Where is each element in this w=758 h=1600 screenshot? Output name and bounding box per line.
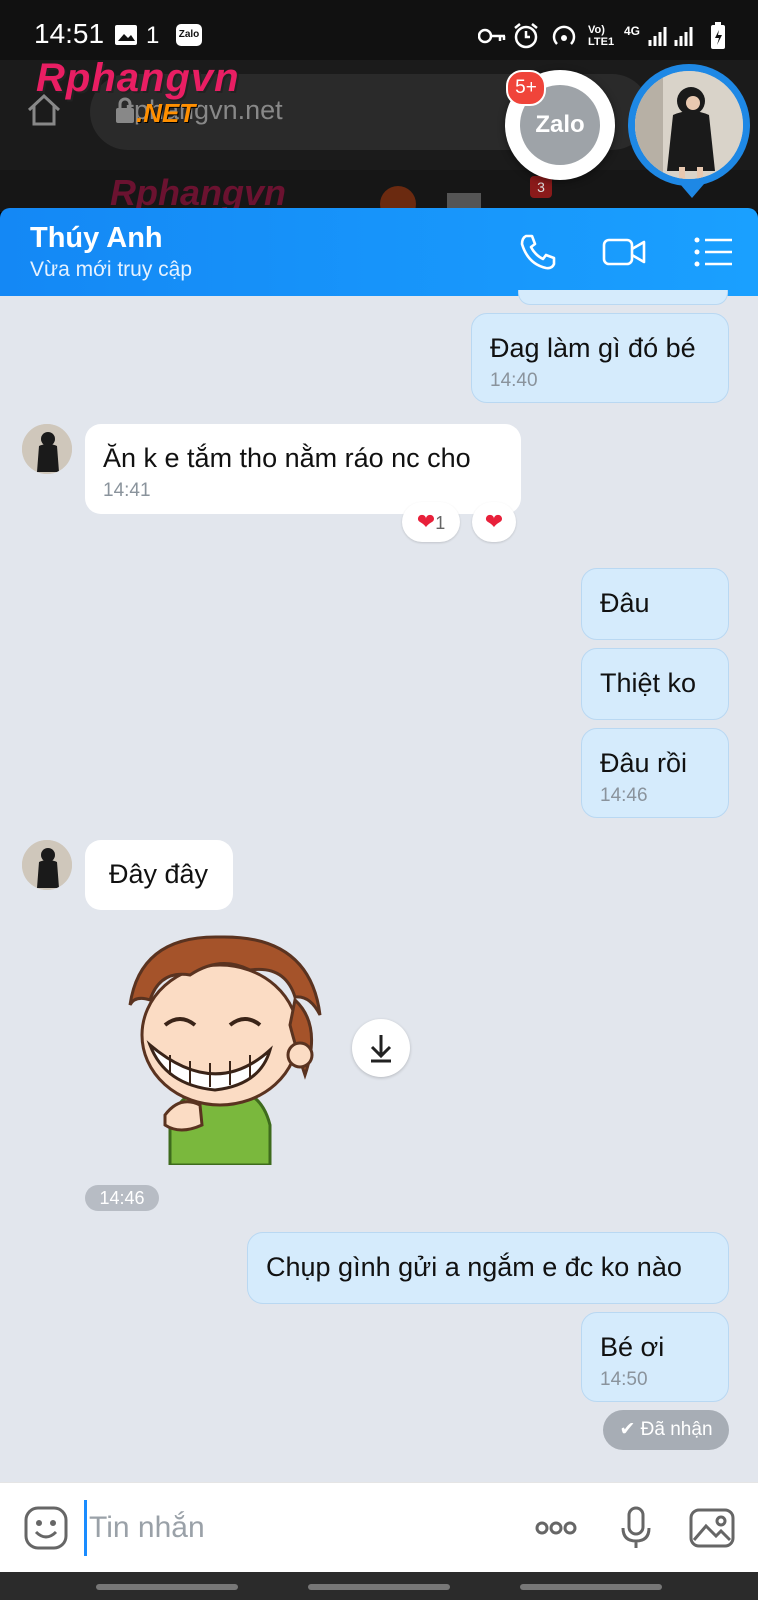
message-text: Thiệt ko — [600, 668, 697, 698]
menu-list-icon[interactable] — [692, 230, 736, 274]
heart-icon: ❤ — [484, 509, 504, 534]
network-type: 4G — [624, 24, 641, 38]
nav-back[interactable] — [520, 1584, 662, 1590]
zalo-notif-icon: Zalo — [176, 24, 202, 46]
status-time: 14:51 — [34, 18, 105, 49]
message-bubble-incoming[interactable]: Đây đây — [85, 840, 233, 910]
key-icon — [478, 28, 506, 44]
message-time: 14:40 — [490, 370, 538, 391]
nav-recents[interactable] — [96, 1584, 238, 1590]
download-button[interactable] — [352, 1019, 410, 1077]
message-text: Đag làm gì đó bé — [490, 333, 696, 363]
alarm-icon — [514, 23, 538, 49]
download-icon — [370, 1035, 392, 1063]
site-notif-badge: 3 — [530, 176, 552, 198]
chat-head-pointer — [680, 184, 704, 198]
contact-name[interactable]: Thúy Anh — [30, 222, 163, 255]
contact-avatar[interactable] — [22, 840, 72, 890]
microphone-icon[interactable] — [612, 1504, 660, 1552]
heart-icon: ❤ — [416, 509, 436, 534]
delivery-status-label: Đã nhận — [640, 1419, 713, 1440]
contact-avatar[interactable] — [22, 424, 72, 474]
message-text: Đâu rồi — [600, 748, 688, 778]
watermark-logo: Rphangvn — [36, 56, 240, 100]
sticker-boy-grinning[interactable] — [110, 925, 340, 1165]
message-text: Ăn k e tắm tho nằm ráo nc cho — [103, 443, 471, 473]
double-check-icon: ✔ — [619, 1419, 636, 1440]
message-text: Bé ơi — [600, 1332, 665, 1362]
message-bubble-outgoing[interactable]: Thiệt ko — [581, 648, 729, 720]
message-time: 14:46 — [600, 785, 648, 806]
previous-message-tail — [518, 290, 728, 305]
reaction-summary[interactable]: ❤1 — [402, 502, 460, 542]
message-text: Đâu — [600, 588, 650, 618]
contact-avatar-large — [635, 71, 743, 179]
message-bubble-outgoing[interactable]: Bé ơi 14:50 — [581, 1312, 729, 1402]
message-bubble-outgoing[interactable]: Đag làm gì đó bé 14:40 — [471, 313, 729, 403]
emoji-icon[interactable] — [22, 1504, 70, 1552]
react-button[interactable]: ❤ — [472, 502, 516, 542]
image-picker-icon[interactable] — [688, 1504, 736, 1552]
reaction-count: 1 — [435, 513, 446, 533]
unread-badge: 5+ — [506, 70, 546, 106]
gallery-icon — [115, 25, 137, 45]
notification-count: 1 — [146, 22, 160, 49]
message-input[interactable] — [84, 1500, 511, 1556]
phone-call-icon[interactable] — [516, 230, 560, 274]
contact-status: Vừa mới truy cập — [30, 258, 193, 281]
message-text: Đây đây — [109, 859, 209, 889]
message-bubble-outgoing[interactable]: Đâu — [581, 568, 729, 640]
message-bubble-incoming[interactable]: Ăn k e tắm tho nằm ráo nc cho 14:41 — [85, 424, 521, 514]
video-call-icon[interactable] — [602, 230, 646, 274]
signal-icon — [648, 27, 693, 46]
delivery-status: ✔ Đã nhận — [603, 1410, 729, 1450]
battery-icon — [711, 22, 725, 49]
hotspot-icon — [552, 25, 576, 45]
message-time: 14:41 — [103, 480, 151, 501]
nav-home[interactable] — [308, 1584, 450, 1590]
message-bubble-outgoing[interactable]: Chụp gình gửi a ngắm e đc ko nào — [247, 1232, 729, 1304]
message-bubble-outgoing[interactable]: Đâu rồi 14:46 — [581, 728, 729, 818]
network-label: Vo) LTE1 — [588, 24, 615, 48]
more-options-icon[interactable] — [532, 1504, 580, 1552]
message-text: Chụp gình gửi a ngắm e đc ko nào — [266, 1252, 682, 1282]
message-time: 14:46 — [85, 1185, 159, 1211]
message-time: 14:50 — [600, 1369, 648, 1390]
watermark-logo-suffix: .NET — [136, 98, 196, 128]
